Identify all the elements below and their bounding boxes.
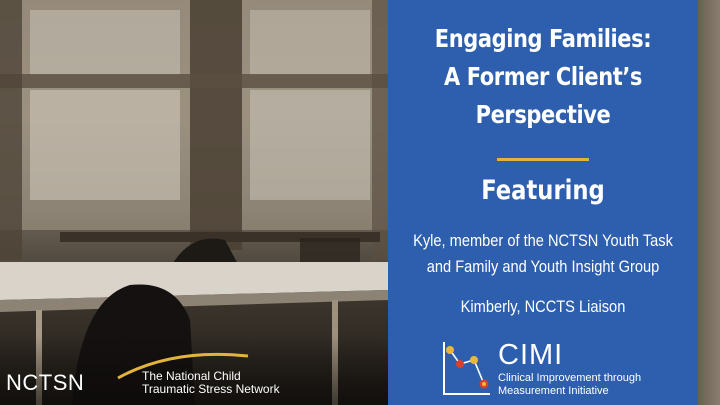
slide-title-line: A Former Client’s	[443, 62, 643, 91]
nctsn-tagline-line: Traumatic Stress Network	[142, 382, 280, 396]
cimi-logo: CIMI Clinical Improvement through Measur…	[440, 338, 690, 400]
guest-kimberly: Kimberly, NCCTS Liaison	[460, 297, 626, 316]
gold-divider	[497, 158, 589, 161]
background-photo	[0, 0, 388, 405]
guest-kyle: Kyle, member of the NCTSN Youth Task and…	[410, 228, 677, 280]
cimi-subtitle-line: Measurement Initiative	[498, 385, 609, 397]
nctsn-wordmark: NCTSN	[6, 370, 85, 395]
slide-title-line: Engaging Families:	[434, 24, 652, 53]
slide-title: Engaging Families: A Former Client’s Per…	[421, 20, 665, 134]
cimi-subtitle-line: Clinical Improvement through	[498, 372, 642, 384]
right-photo-strip	[698, 0, 720, 405]
cimi-wordmark: CIMI	[498, 339, 564, 371]
slide-title-line: Perspective	[475, 100, 611, 129]
nctsn-tagline: The National Child Traumatic Stress Netw…	[142, 370, 280, 396]
guest-kyle-line: and Family and Youth Insight Group	[426, 257, 660, 276]
cimi-chart-icon	[443, 342, 490, 395]
cimi-subtitle: Clinical Improvement through Measurement…	[498, 372, 641, 398]
featuring-heading: Featuring	[481, 175, 605, 206]
title-panel: Engaging Families: A Former Client’s Per…	[388, 0, 698, 405]
guest-kyle-line: Kyle, member of the NCTSN Youth Task	[413, 231, 673, 250]
nctsn-logo: NCTSN The National Child Traumatic Stres…	[0, 350, 300, 405]
